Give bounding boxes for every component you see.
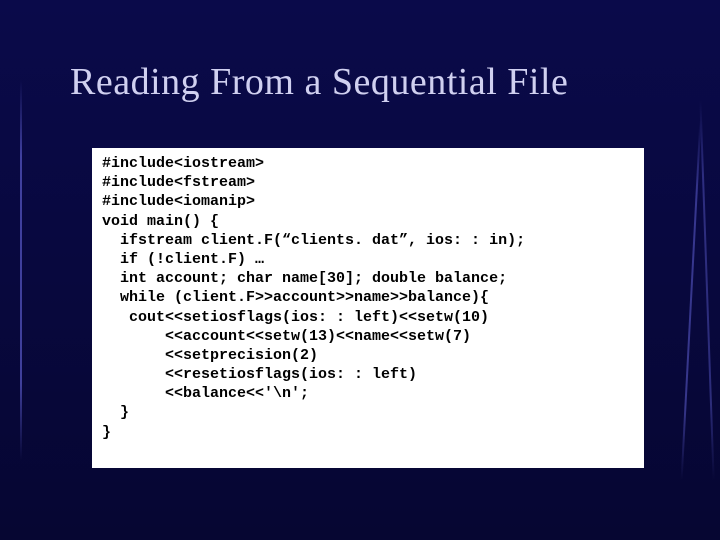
decorative-accent-left xyxy=(0,0,40,540)
code-block: #include<iostream> #include<fstream> #in… xyxy=(92,148,644,468)
slide-title: Reading From a Sequential File xyxy=(70,60,660,104)
decorative-accent-right xyxy=(660,0,720,540)
